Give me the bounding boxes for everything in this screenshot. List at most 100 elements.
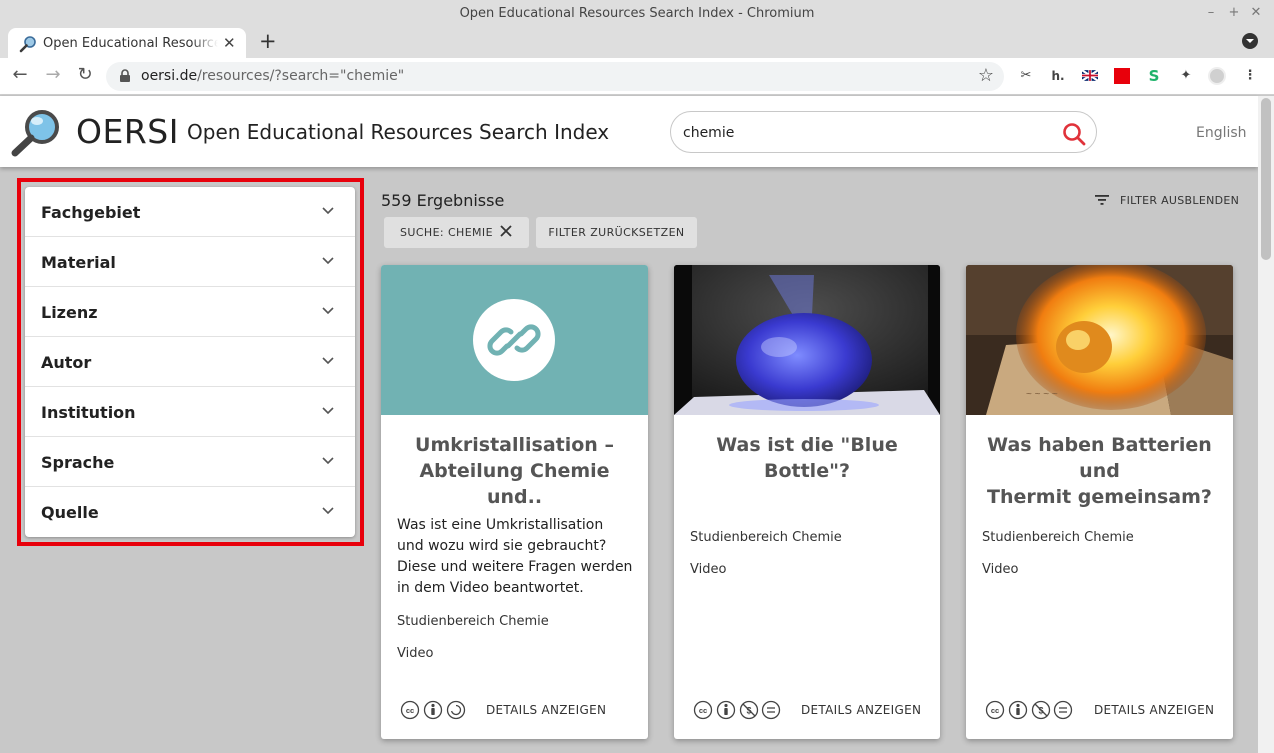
chevron-down-icon [322, 207, 334, 215]
tab-title: Open Educational Resources Search Index … [43, 36, 218, 51]
site-subtitle: Open Educational Resources Search Index [187, 120, 610, 144]
minimize-icon[interactable]: – [1203, 5, 1219, 20]
cc-by-nc-nd-licence-icon[interactable]: cc $ [985, 700, 1073, 720]
maximize-icon[interactable]: + [1226, 5, 1242, 20]
filter-facet-label: Material [41, 253, 116, 272]
card-title-line: Abteilung Chemie und.. [419, 460, 610, 508]
window-titlebar: Open Educational Resources Search Index … [0, 0, 1274, 26]
chevron-down-icon [322, 307, 334, 315]
reload-icon[interactable]: ↻ [74, 64, 96, 86]
search-input[interactable] [683, 122, 1053, 144]
filter-facet-fachgebiet[interactable]: Fachgebiet [25, 187, 355, 237]
filter-facet-institution[interactable]: Institution [25, 387, 355, 437]
site-header: OERSI Open Educational Resources Search … [0, 96, 1258, 167]
svg-text:$: $ [1038, 706, 1043, 716]
tab-search-icon[interactable] [1242, 33, 1258, 49]
extension-h-icon[interactable]: h. [1049, 67, 1067, 85]
svg-text:cc: cc [699, 706, 707, 715]
chip-label: SUCHE: CHEMIE [400, 226, 493, 239]
result-count: 559 Ergebnisse [381, 191, 505, 210]
card-institution: Studienbereich Chemie [397, 614, 549, 629]
filter-facet-label: Lizenz [41, 303, 98, 322]
url-text: oersi.de/resources/?search="chemie" [141, 68, 404, 84]
hide-filter-label: FILTER AUSBLENDEN [1120, 194, 1240, 207]
filter-facet-quelle[interactable]: Quelle [25, 487, 355, 537]
scrollbar-thumb[interactable] [1261, 98, 1271, 260]
profile-avatar-icon[interactable] [1208, 67, 1226, 85]
svg-text:cc: cc [991, 706, 999, 715]
extensions-puzzle-icon[interactable]: ✦ [1177, 67, 1195, 85]
card-title: Was haben Batterien und Thermit gemeinsa… [978, 432, 1221, 510]
active-search-chip: SUCHE: CHEMIE [384, 217, 529, 248]
svg-text:cc: cc [406, 706, 414, 715]
reset-filter-button[interactable]: FILTER ZURÜCKSETZEN [536, 217, 697, 248]
card-type: Video [690, 562, 727, 577]
extension-tools-icon[interactable]: ✂ [1017, 67, 1035, 85]
filter-facet-label: Fachgebiet [41, 203, 141, 222]
address-bar[interactable]: oersi.de/resources/?search="chemie" ☆ [106, 62, 1004, 91]
card-institution: Studienbereich Chemie [690, 530, 842, 545]
filter-facet-label: Autor [41, 353, 92, 372]
url-host: oersi.de [141, 68, 198, 84]
forward-icon[interactable]: → [42, 64, 64, 86]
result-card[interactable]: Umkristallisation – Abteilung Chemie und… [381, 265, 648, 739]
chevron-down-icon [322, 257, 334, 265]
filter-facet-sprache[interactable]: Sprache [25, 437, 355, 487]
browser-toolbar: ← → ↻ oersi.de/resources/?search="chemie… [0, 58, 1274, 95]
card-title-line: Was haben Batterien und [987, 434, 1212, 482]
extension-s-icon[interactable]: S [1145, 67, 1163, 85]
filter-facet-material[interactable]: Material [25, 237, 355, 287]
filter-list-icon [1095, 195, 1109, 205]
search-box [670, 111, 1097, 153]
card-description: Was ist eine Umkristallisation und wozu … [397, 517, 633, 596]
window-title: Open Educational Resources Search Index … [459, 6, 815, 21]
filter-panel: Fachgebiet Material Lizenz Autor Institution… [25, 187, 355, 537]
filter-facet-label: Sprache [41, 453, 115, 472]
browser-tab[interactable]: Open Educational Resources Search Index … [8, 28, 246, 58]
extension-red-square-icon[interactable] [1113, 67, 1131, 85]
result-card[interactable]: Was ist die "Blue Bottle"? Studienbereic… [674, 265, 940, 739]
search-icon[interactable] [1062, 122, 1086, 146]
back-icon[interactable]: ← [9, 64, 31, 86]
svg-text:~ ~ ~ ~: ~ ~ ~ ~ [1026, 389, 1058, 400]
fire-photo: ~ ~ ~ ~ [966, 265, 1233, 415]
filter-facet-label: Quelle [41, 503, 99, 522]
filter-facet-autor[interactable]: Autor [25, 337, 355, 387]
card-title-line: Was ist die "Blue [716, 434, 898, 456]
extension-flag-icon[interactable] [1081, 67, 1099, 85]
card-title: Was ist die "Blue Bottle"? [686, 432, 928, 484]
chevron-down-icon [322, 407, 334, 415]
details-button[interactable]: DETAILS ANZEIGEN [486, 703, 606, 717]
browser-menu-icon[interactable]: ⋮ [1241, 67, 1259, 85]
cc-by-sa-licence-icon[interactable]: cc [400, 700, 466, 720]
details-button[interactable]: DETAILS ANZEIGEN [801, 703, 921, 717]
remove-chip-icon[interactable] [499, 224, 513, 238]
new-tab-icon[interactable]: + [259, 29, 277, 53]
filter-facet-lizenz[interactable]: Lizenz [25, 287, 355, 337]
tab-close-icon[interactable]: ✕ [223, 34, 236, 52]
blue-flask-photo [674, 265, 940, 415]
magnifier-favicon-icon [19, 36, 36, 53]
oersi-logo-icon [11, 110, 59, 157]
details-button[interactable]: DETAILS ANZEIGEN [1094, 703, 1214, 717]
tab-strip: Open Educational Resources Search Index … [0, 26, 1274, 58]
svg-text:$: $ [746, 706, 751, 716]
chevron-down-icon [322, 457, 334, 465]
page-scrollbar[interactable] [1258, 96, 1274, 753]
card-institution: Studienbereich Chemie [982, 530, 1134, 545]
url-path: /resources/?search="chemie" [197, 68, 405, 84]
result-card[interactable]: ~ ~ ~ ~ Was haben Batterien und Thermit … [966, 265, 1233, 739]
cc-by-nc-nd-licence-icon[interactable]: cc $ [693, 700, 781, 720]
card-type: Video [982, 562, 1019, 577]
bookmark-star-icon[interactable]: ☆ [978, 65, 994, 86]
card-title-line: Thermit gemeinsam? [987, 486, 1212, 508]
lock-icon [120, 69, 130, 82]
card-type: Video [397, 646, 434, 661]
link-placeholder-image [381, 265, 648, 415]
language-switch[interactable]: English [1196, 125, 1247, 141]
brand-name: OERSI [76, 112, 179, 151]
chevron-down-icon [322, 357, 334, 365]
window-close-icon[interactable]: ✕ [1248, 5, 1264, 20]
card-title-line: Bottle"? [763, 460, 851, 482]
card-title-line: Umkristallisation – [415, 434, 614, 456]
